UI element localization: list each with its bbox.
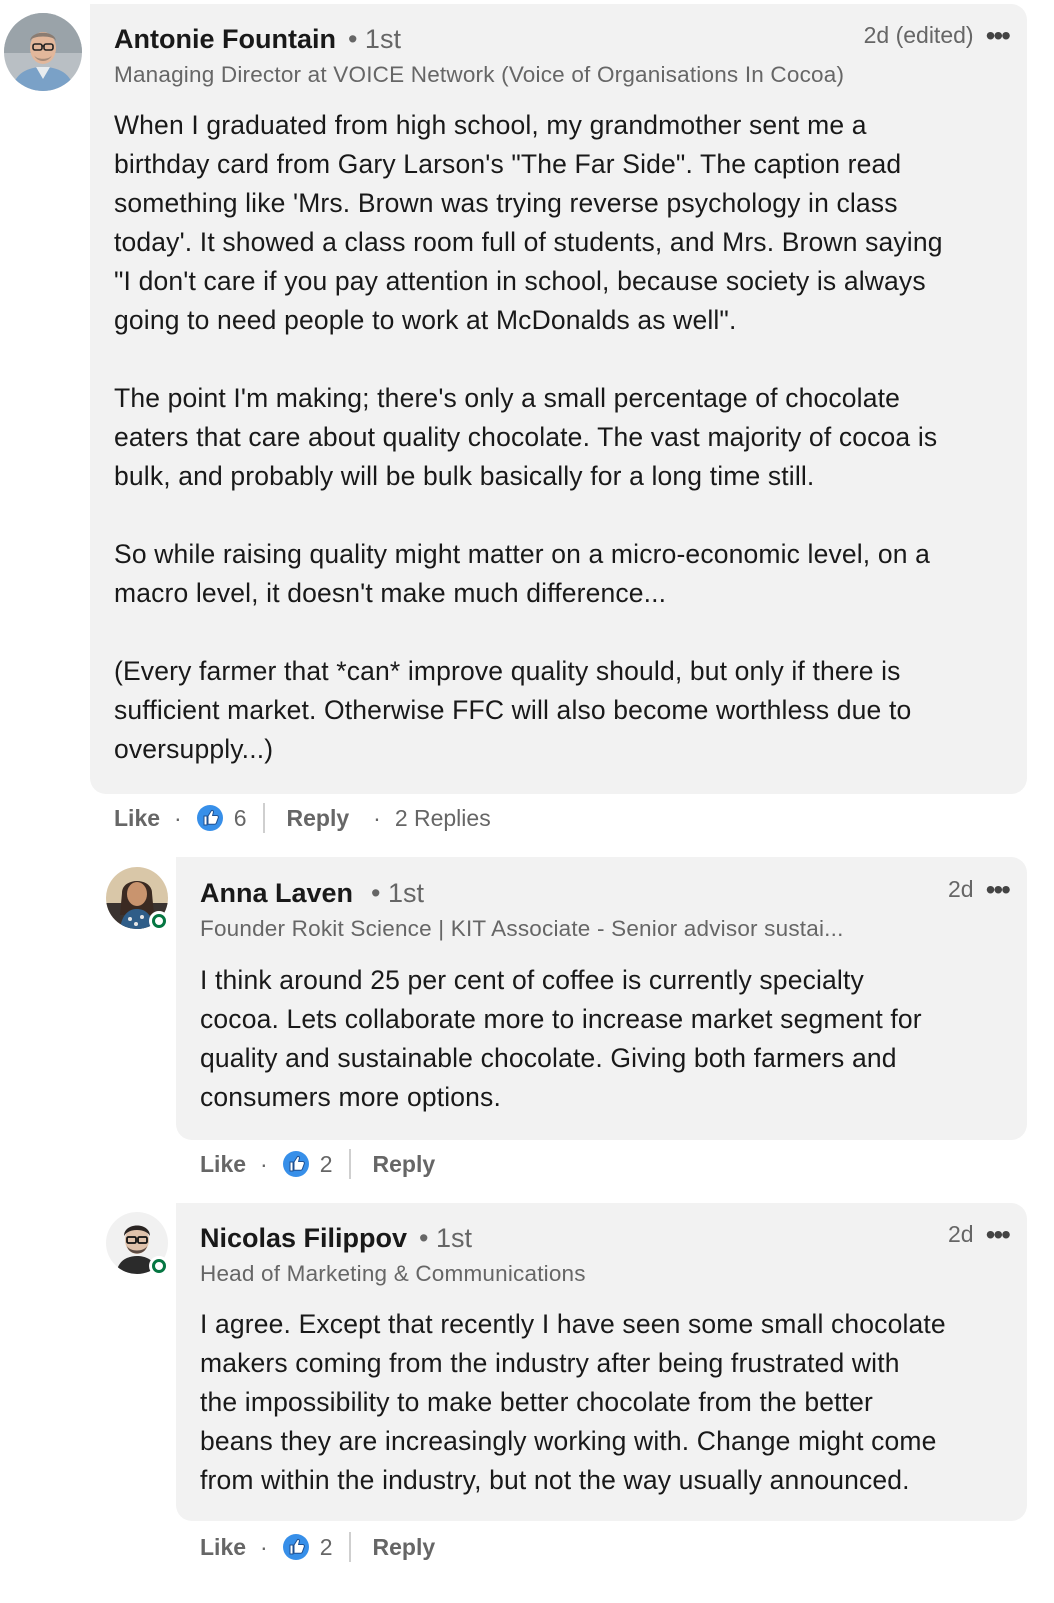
comment-actions: Like · 2 Reply: [200, 1147, 435, 1181]
online-status-icon: [149, 1256, 169, 1276]
like-thumb-icon[interactable]: [282, 1150, 310, 1178]
timestamp: 2d: [947, 1221, 974, 1247]
comment-antonie-fountain: Antonie Fountain • 1st 2d (edited) ••• M…: [0, 0, 1054, 850]
comment-bubble: Anna Laven • 1st 2d ••• Founder Rokit Sc…: [176, 857, 1027, 1140]
reply-anna-laven: Anna Laven • 1st 2d ••• Founder Rokit Sc…: [0, 850, 1054, 1195]
connection-degree: • 1st: [347, 24, 401, 54]
more-options-icon[interactable]: •••: [986, 1220, 1011, 1248]
author-headline: Managing Director at VOICE Network (Voic…: [114, 62, 845, 87]
timestamp: 2d (edited): [863, 22, 974, 48]
comment-actions: Like · 2 Reply: [200, 1530, 435, 1564]
online-status-icon: [149, 911, 169, 931]
author-headline: Founder Rokit Science | KIT Associate - …: [200, 916, 844, 941]
comment-actions: Like · 6 Reply · 2 Replies: [114, 801, 491, 835]
more-options-icon[interactable]: •••: [986, 21, 1011, 49]
comment-text: I think around 25 per cent of coffee is …: [200, 965, 922, 1112]
separator-dot: ·: [373, 804, 381, 831]
reply-nicolas-filippov: Nicolas Filippov • 1st 2d ••• Head of Ma…: [0, 1195, 1054, 1603]
comment-text: When I graduated from high school, my gr…: [114, 110, 943, 764]
author-headline: Head of Marketing & Communications: [200, 1261, 586, 1286]
reply-button[interactable]: Reply: [373, 1534, 436, 1561]
like-button[interactable]: Like: [114, 805, 160, 832]
like-button[interactable]: Like: [200, 1151, 246, 1178]
reaction-count[interactable]: 2: [320, 1151, 333, 1178]
connection-degree: • 1st: [419, 1223, 473, 1253]
like-thumb-icon[interactable]: [196, 804, 224, 832]
like-button[interactable]: Like: [200, 1534, 246, 1561]
like-thumb-icon[interactable]: [282, 1533, 310, 1561]
reaction-count[interactable]: 2: [320, 1534, 333, 1561]
divider: [262, 803, 265, 833]
separator-dot: ·: [260, 1533, 268, 1560]
comment-bubble: Antonie Fountain • 1st 2d (edited) ••• M…: [90, 4, 1027, 794]
replies-link[interactable]: 2 Replies: [395, 805, 491, 832]
comment-text: I agree. Except that recently I have see…: [200, 1309, 946, 1495]
divider: [348, 1532, 351, 1562]
comment-bubble: Nicolas Filippov • 1st 2d ••• Head of Ma…: [176, 1203, 1027, 1521]
avatar-antonie-fountain[interactable]: [4, 13, 82, 91]
author-name[interactable]: Antonie Fountain: [114, 24, 336, 55]
author-name[interactable]: Anna Laven: [200, 878, 353, 909]
separator-dot: ·: [260, 1150, 268, 1177]
timestamp: 2d: [947, 876, 974, 902]
reply-button[interactable]: Reply: [287, 805, 350, 832]
connection-degree: • 1st: [371, 878, 425, 908]
reaction-count[interactable]: 6: [234, 805, 247, 832]
reply-button[interactable]: Reply: [373, 1151, 436, 1178]
more-options-icon[interactable]: •••: [986, 875, 1011, 903]
author-name[interactable]: Nicolas Filippov: [200, 1223, 407, 1254]
divider: [348, 1149, 351, 1179]
separator-dot: ·: [174, 804, 182, 831]
